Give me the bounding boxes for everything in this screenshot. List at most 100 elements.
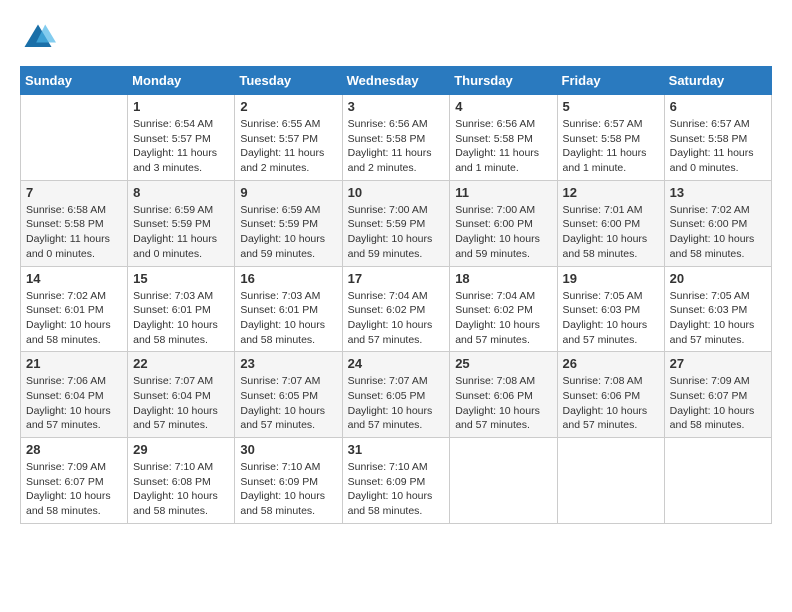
day-number: 12 [563, 185, 659, 200]
calendar-day-header: Sunday [21, 67, 128, 95]
day-number: 28 [26, 442, 122, 457]
calendar-cell: 26 Sunrise: 7:08 AMSunset: 6:06 PMDayligh… [557, 352, 664, 438]
calendar-day-header: Tuesday [235, 67, 342, 95]
calendar-cell: 29 Sunrise: 7:10 AMSunset: 6:08 PMDayligh… [128, 438, 235, 524]
day-info: Sunrise: 7:08 AMSunset: 6:06 PMDaylight:… [563, 374, 659, 433]
day-number: 14 [26, 271, 122, 286]
calendar-cell: 23 Sunrise: 7:07 AMSunset: 6:05 PMDayligh… [235, 352, 342, 438]
calendar-cell: 20 Sunrise: 7:05 AMSunset: 6:03 PMDayligh… [664, 266, 771, 352]
day-info: Sunrise: 7:02 AMSunset: 6:01 PMDaylight:… [26, 289, 122, 348]
day-number: 2 [240, 99, 336, 114]
day-info: Sunrise: 7:07 AMSunset: 6:05 PMDaylight:… [348, 374, 445, 433]
day-number: 19 [563, 271, 659, 286]
logo [20, 20, 60, 56]
day-info: Sunrise: 6:59 AMSunset: 5:59 PMDaylight:… [133, 203, 229, 262]
day-number: 24 [348, 356, 445, 371]
day-number: 13 [670, 185, 766, 200]
day-number: 25 [455, 356, 551, 371]
day-number: 3 [348, 99, 445, 114]
page-header [20, 20, 772, 56]
day-info: Sunrise: 7:04 AMSunset: 6:02 PMDaylight:… [348, 289, 445, 348]
calendar-cell [557, 438, 664, 524]
calendar-cell: 18Sunrise: 7:04 AMSunset: 6:02 PMDayligh… [450, 266, 557, 352]
calendar-cell: 31 Sunrise: 7:10 AMSunset: 6:09 PMDayligh… [342, 438, 450, 524]
calendar-cell: 4 Sunrise: 6:56 AMSunset: 5:58 PMDaylight… [450, 95, 557, 181]
calendar-week-row: 1 Sunrise: 6:54 AMSunset: 5:57 PMDaylight… [21, 95, 772, 181]
calendar-day-header: Friday [557, 67, 664, 95]
day-number: 15 [133, 271, 229, 286]
day-info: Sunrise: 7:08 AMSunset: 6:06 PMDaylight:… [455, 374, 551, 433]
calendar-cell: 11 Sunrise: 7:00 AMSunset: 6:00 PMDayligh… [450, 180, 557, 266]
day-info: Sunrise: 7:10 AMSunset: 6:08 PMDaylight:… [133, 460, 229, 519]
logo-icon [20, 20, 56, 56]
day-number: 5 [563, 99, 659, 114]
day-info: Sunrise: 6:55 AMSunset: 5:57 PMDaylight:… [240, 117, 336, 176]
day-number: 21 [26, 356, 122, 371]
day-number: 9 [240, 185, 336, 200]
calendar-cell: 9 Sunrise: 6:59 AMSunset: 5:59 PMDaylight… [235, 180, 342, 266]
day-number: 22 [133, 356, 229, 371]
calendar-day-header: Thursday [450, 67, 557, 95]
calendar-cell: 8 Sunrise: 6:59 AMSunset: 5:59 PMDaylight… [128, 180, 235, 266]
calendar-cell: 3 Sunrise: 6:56 AMSunset: 5:58 PMDaylight… [342, 95, 450, 181]
day-number: 20 [670, 271, 766, 286]
day-info: Sunrise: 7:01 AMSunset: 6:00 PMDaylight:… [563, 203, 659, 262]
calendar-cell: 24 Sunrise: 7:07 AMSunset: 6:05 PMDayligh… [342, 352, 450, 438]
day-number: 6 [670, 99, 766, 114]
day-number: 27 [670, 356, 766, 371]
calendar-cell: 2 Sunrise: 6:55 AMSunset: 5:57 PMDaylight… [235, 95, 342, 181]
day-info: Sunrise: 7:07 AMSunset: 6:05 PMDaylight:… [240, 374, 336, 433]
day-info: Sunrise: 6:56 AMSunset: 5:58 PMDaylight:… [455, 117, 551, 176]
day-number: 11 [455, 185, 551, 200]
calendar-cell: 27Sunrise: 7:09 AMSunset: 6:07 PMDayligh… [664, 352, 771, 438]
calendar-day-header: Saturday [664, 67, 771, 95]
calendar-cell: 25 Sunrise: 7:08 AMSunset: 6:06 PMDayligh… [450, 352, 557, 438]
calendar-week-row: 14 Sunrise: 7:02 AMSunset: 6:01 PMDayligh… [21, 266, 772, 352]
calendar-cell: 22 Sunrise: 7:07 AMSunset: 6:04 PMDayligh… [128, 352, 235, 438]
day-info: Sunrise: 7:05 AMSunset: 6:03 PMDaylight:… [670, 289, 766, 348]
day-info: Sunrise: 6:58 AMSunset: 5:58 PMDaylight:… [26, 203, 122, 262]
day-info: Sunrise: 7:03 AMSunset: 6:01 PMDaylight:… [133, 289, 229, 348]
calendar-cell: 13Sunrise: 7:02 AMSunset: 6:00 PMDayligh… [664, 180, 771, 266]
calendar-week-row: 28 Sunrise: 7:09 AMSunset: 6:07 PMDayligh… [21, 438, 772, 524]
day-info: Sunrise: 6:56 AMSunset: 5:58 PMDaylight:… [348, 117, 445, 176]
day-number: 8 [133, 185, 229, 200]
day-info: Sunrise: 7:10 AMSunset: 6:09 PMDaylight:… [240, 460, 336, 519]
day-info: Sunrise: 7:06 AMSunset: 6:04 PMDaylight:… [26, 374, 122, 433]
day-number: 17 [348, 271, 445, 286]
day-info: Sunrise: 7:07 AMSunset: 6:04 PMDaylight:… [133, 374, 229, 433]
calendar-cell: 28 Sunrise: 7:09 AMSunset: 6:07 PMDayligh… [21, 438, 128, 524]
day-number: 16 [240, 271, 336, 286]
day-number: 1 [133, 99, 229, 114]
calendar-cell: 14 Sunrise: 7:02 AMSunset: 6:01 PMDayligh… [21, 266, 128, 352]
day-number: 7 [26, 185, 122, 200]
calendar-cell: 12 Sunrise: 7:01 AMSunset: 6:00 PMDayligh… [557, 180, 664, 266]
day-number: 4 [455, 99, 551, 114]
day-number: 26 [563, 356, 659, 371]
calendar-cell: 19Sunrise: 7:05 AMSunset: 6:03 PMDayligh… [557, 266, 664, 352]
calendar-week-row: 21 Sunrise: 7:06 AMSunset: 6:04 PMDayligh… [21, 352, 772, 438]
day-number: 29 [133, 442, 229, 457]
calendar-cell: 10Sunrise: 7:00 AMSunset: 5:59 PMDayligh… [342, 180, 450, 266]
calendar-cell: 30 Sunrise: 7:10 AMSunset: 6:09 PMDayligh… [235, 438, 342, 524]
day-number: 31 [348, 442, 445, 457]
day-info: Sunrise: 7:00 AMSunset: 6:00 PMDaylight:… [455, 203, 551, 262]
day-info: Sunrise: 6:54 AMSunset: 5:57 PMDaylight:… [133, 117, 229, 176]
day-info: Sunrise: 7:09 AMSunset: 6:07 PMDaylight:… [26, 460, 122, 519]
day-info: Sunrise: 6:59 AMSunset: 5:59 PMDaylight:… [240, 203, 336, 262]
calendar-cell: 21 Sunrise: 7:06 AMSunset: 6:04 PMDayligh… [21, 352, 128, 438]
calendar-table: SundayMondayTuesdayWednesdayThursdayFrid… [20, 66, 772, 524]
day-info: Sunrise: 6:57 AMSunset: 5:58 PMDaylight:… [670, 117, 766, 176]
day-info: Sunrise: 7:04 AMSunset: 6:02 PMDaylight:… [455, 289, 551, 348]
calendar-cell [450, 438, 557, 524]
calendar-cell: 16Sunrise: 7:03 AMSunset: 6:01 PMDayligh… [235, 266, 342, 352]
day-info: Sunrise: 7:00 AMSunset: 5:59 PMDaylight:… [348, 203, 445, 262]
calendar-cell: 17 Sunrise: 7:04 AMSunset: 6:02 PMDayligh… [342, 266, 450, 352]
day-number: 23 [240, 356, 336, 371]
calendar-cell: 6 Sunrise: 6:57 AMSunset: 5:58 PMDaylight… [664, 95, 771, 181]
day-number: 30 [240, 442, 336, 457]
calendar-cell: 5Sunrise: 6:57 AMSunset: 5:58 PMDaylight… [557, 95, 664, 181]
calendar-header-row: SundayMondayTuesdayWednesdayThursdayFrid… [21, 67, 772, 95]
day-info: Sunrise: 7:10 AMSunset: 6:09 PMDaylight:… [348, 460, 445, 519]
calendar-cell: 7 Sunrise: 6:58 AMSunset: 5:58 PMDaylight… [21, 180, 128, 266]
